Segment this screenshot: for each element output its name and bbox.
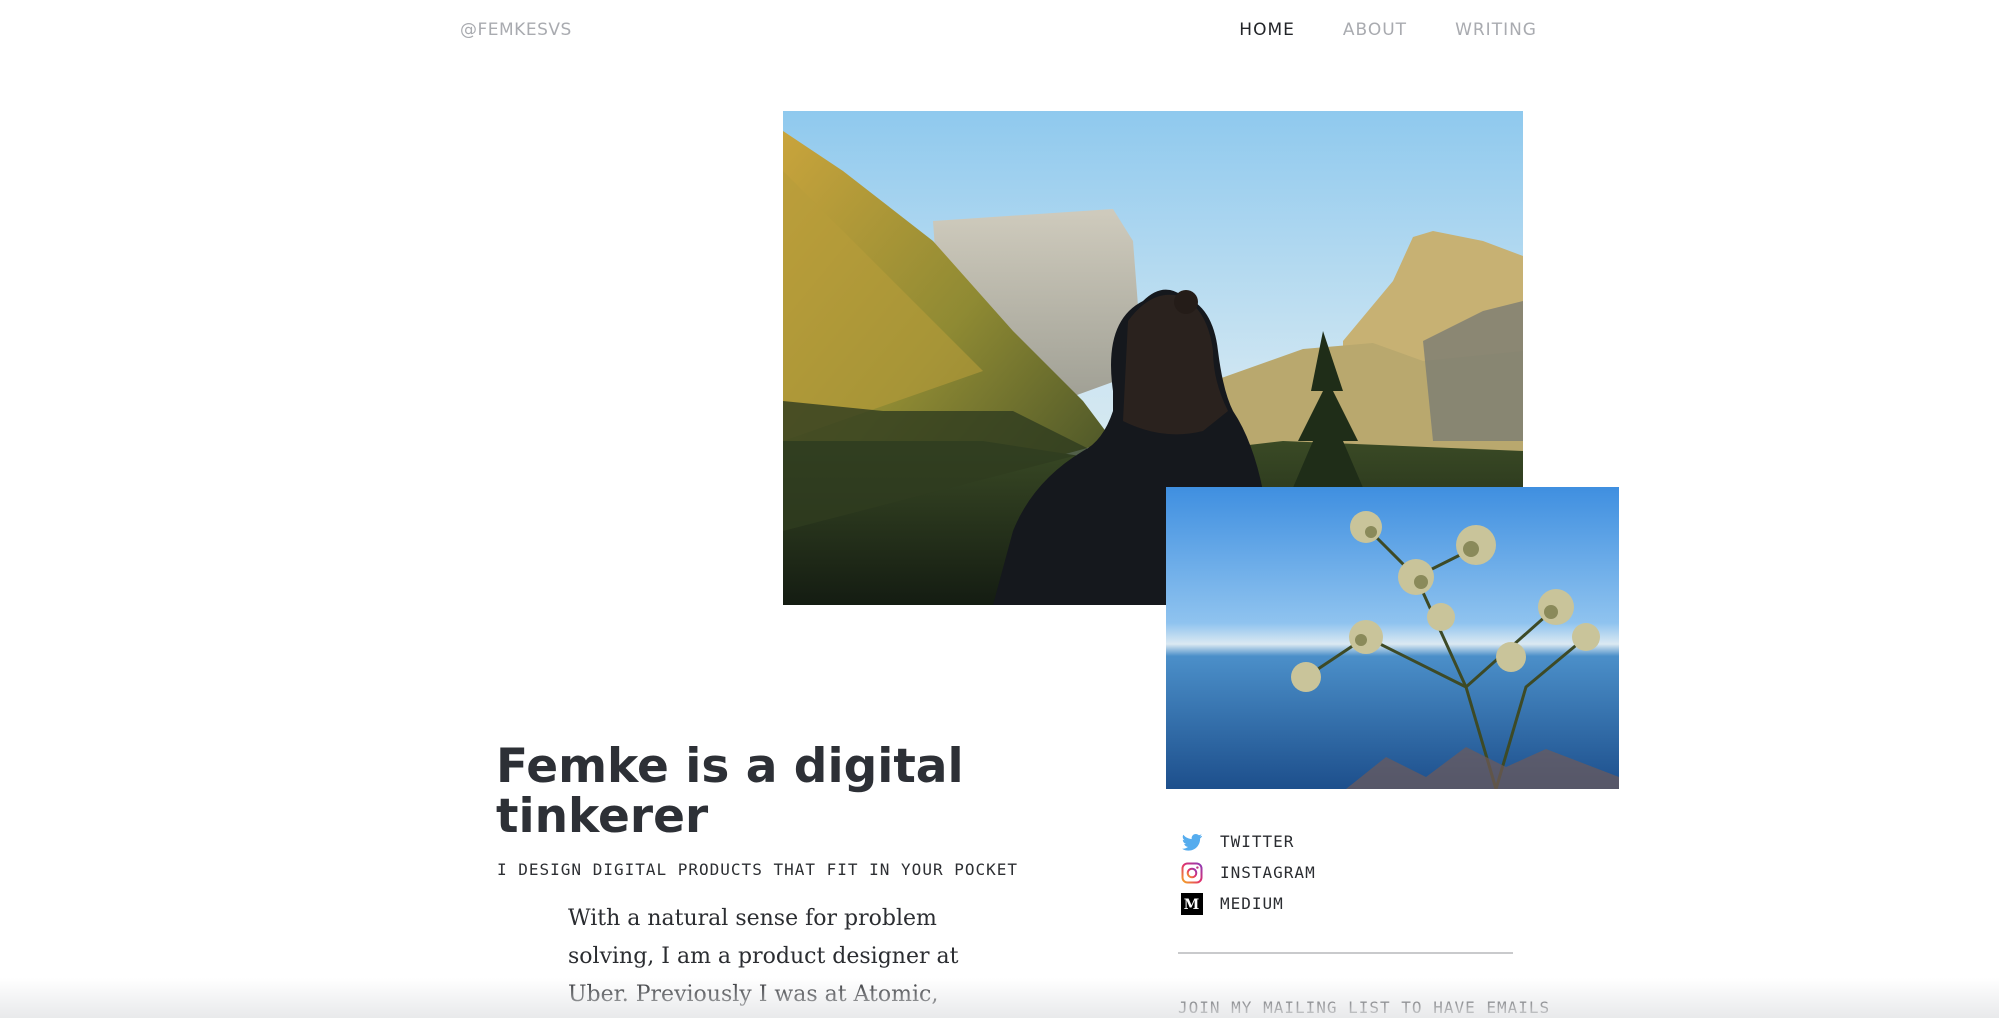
nav-about[interactable]: ABOUT <box>1343 20 1407 40</box>
twitter-label: TWITTER <box>1220 832 1295 851</box>
instagram-link[interactable]: INSTAGRAM <box>1180 861 1316 885</box>
social-item-twitter: TWITTER <box>1180 826 1316 857</box>
page-title: Femke is a digital tinkerer <box>496 739 964 844</box>
social-item-instagram: INSTAGRAM <box>1180 857 1316 888</box>
twitter-icon <box>1180 830 1204 854</box>
medium-link[interactable]: M MEDIUM <box>1180 892 1284 916</box>
social-links: TWITTER INSTAGRAM M MEDIUM <box>1180 826 1316 919</box>
social-item-medium: M MEDIUM <box>1180 888 1316 919</box>
instagram-label: INSTAGRAM <box>1220 863 1316 882</box>
secondary-photo-ocean <box>1166 487 1619 789</box>
medium-icon: M <box>1180 892 1204 916</box>
divider <box>1178 952 1513 954</box>
instagram-icon <box>1180 861 1204 885</box>
page: @FEMKESVS HOME ABOUT WRITING Femke is a … <box>0 0 1999 1018</box>
twitter-link[interactable]: TWITTER <box>1180 830 1294 854</box>
bio-paragraph: With a natural sense for problem solving… <box>568 906 959 1007</box>
medium-label: MEDIUM <box>1220 894 1284 913</box>
nav-writing[interactable]: WRITING <box>1455 20 1537 40</box>
nav-home[interactable]: HOME <box>1239 20 1295 40</box>
mailing-list-text: JOIN MY MAILING LIST TO HAVE EMAILS <box>1178 998 1551 1017</box>
svg-text:M: M <box>1184 897 1201 913</box>
tagline: I DESIGN DIGITAL PRODUCTS THAT FIT IN YO… <box>497 860 1019 879</box>
main-nav: HOME ABOUT WRITING <box>1239 20 1537 40</box>
site-handle-link[interactable]: @FEMKESVS <box>460 20 572 40</box>
